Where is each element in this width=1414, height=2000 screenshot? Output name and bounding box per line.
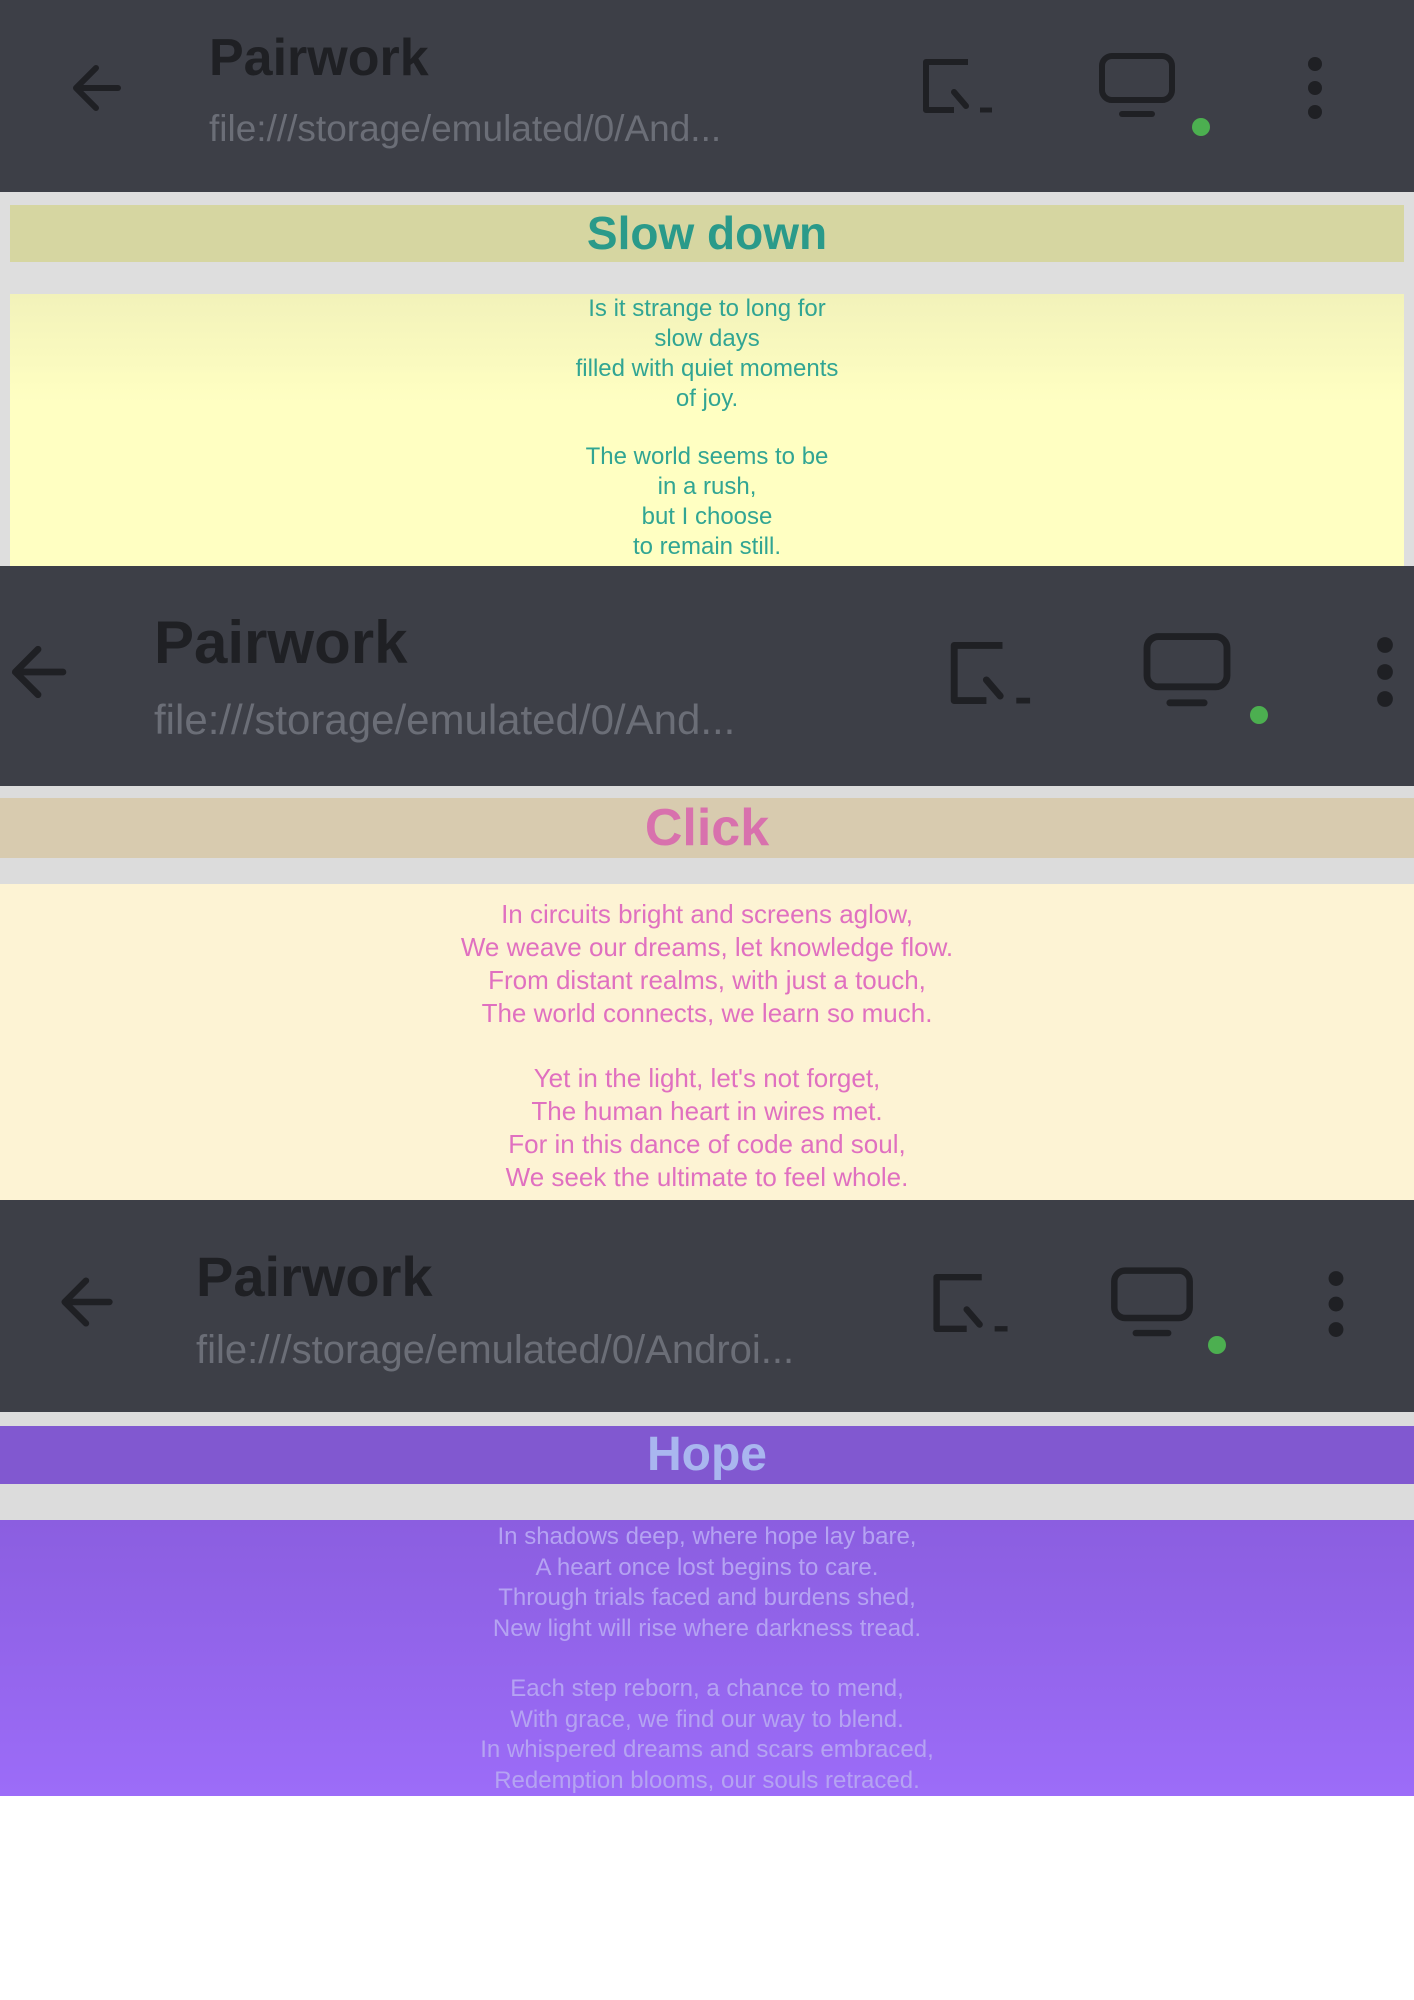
monitor-icon[interactable] [1098, 52, 1176, 122]
page-url[interactable]: file:///storage/emulated/0/Androi... [196, 1328, 794, 1373]
poem-line: The human heart in wires met. [531, 1096, 883, 1126]
poem-line: In whispered dreams and scars embraced, [480, 1736, 934, 1763]
poem-line: Through trials faced and burdens shed, [498, 1584, 916, 1611]
poem-line: A heart once lost begins to care. [535, 1553, 879, 1581]
poem-line: We weave our dreams, let knowledge flow. [460, 932, 954, 962]
cast-icon[interactable] [945, 636, 1037, 710]
poem-line: in a rush, [657, 473, 757, 500]
stanza: Is it strange to long for slow days fill… [0, 294, 1414, 414]
poem-line: The world seems to be [585, 443, 829, 470]
more-options-icon[interactable] [1300, 56, 1330, 120]
poem-title: Hope [647, 1428, 767, 1481]
poem-body: Is it strange to long for slow days fill… [0, 294, 1414, 562]
page-url[interactable]: file:///storage/emulated/0/And... [154, 696, 735, 744]
back-arrow-icon[interactable] [4, 638, 72, 706]
app-bar: Pairwork file:///storage/emulated/0/And.… [0, 0, 1414, 192]
poem-line: but I choose [641, 503, 773, 530]
page-url[interactable]: file:///storage/emulated/0/And... [209, 108, 721, 150]
poem-title: Slow down [586, 207, 828, 259]
stanza: Yet in the light, let's not forget, The … [0, 1062, 1414, 1194]
monitor-icon[interactable] [1142, 632, 1232, 712]
stanza: In circuits bright and screens aglow, We… [0, 898, 1414, 1030]
poem-line: In shadows deep, where hope lay bare, [497, 1523, 917, 1550]
more-options-icon[interactable] [1368, 636, 1402, 708]
poem-line: slow days [654, 325, 760, 352]
poem-body: In circuits bright and screens aglow, We… [0, 898, 1414, 1194]
stanza: In shadows deep, where hope lay bare, A … [0, 1522, 1414, 1644]
poem-line: of joy. [675, 385, 739, 412]
poem-line: In circuits bright and screens aglow, [501, 899, 913, 929]
page-title: Pairwork [196, 1245, 433, 1308]
poem-line: Each step reborn, a chance to mend, [510, 1675, 904, 1702]
stanza: The world seems to be in a rush, but I c… [0, 442, 1414, 562]
poem-line: Redemption blooms, our souls retraced. [494, 1766, 920, 1794]
poem-line: From distant realms, with just a touch, [488, 965, 926, 995]
poem-line: filled with quiet moments [575, 355, 839, 382]
poem-line: to remain still. [632, 533, 782, 560]
stanza: Each step reborn, a chance to mend, With… [0, 1674, 1414, 1796]
back-arrow-icon[interactable] [54, 1270, 118, 1334]
cast-icon[interactable] [928, 1268, 1014, 1338]
poem-line: With grace, we find our way to blend. [510, 1705, 904, 1733]
poem-title: Click [644, 799, 770, 857]
app-bar: Pairwork file:///storage/emulated/0/And.… [0, 566, 1414, 786]
poem-line: The world connects, we learn so much. [481, 998, 933, 1028]
poem-body: In shadows deep, where hope lay bare, A … [0, 1522, 1414, 1796]
browser-panel-hope: Pairwork file:///storage/emulated/0/Andr… [0, 1200, 1414, 1796]
poem-line: We seek the ultimate to feel whole. [505, 1162, 909, 1192]
online-status-dot [1208, 1336, 1226, 1354]
poem-line: Yet in the light, let's not forget, [533, 1063, 881, 1093]
browser-panel-slow-down: Pairwork file:///storage/emulated/0/And.… [0, 0, 1414, 566]
more-options-icon[interactable] [1320, 1270, 1352, 1338]
page-title: Pairwork [209, 29, 429, 87]
cast-icon[interactable] [918, 54, 998, 118]
back-arrow-icon[interactable] [66, 58, 126, 118]
page-title: Pairwork [154, 609, 408, 676]
poem-line: Is it strange to long for [588, 295, 826, 322]
online-status-dot [1192, 118, 1210, 136]
poem-line: For in this dance of code and soul, [508, 1129, 906, 1159]
monitor-icon[interactable] [1110, 1266, 1194, 1342]
online-status-dot [1250, 706, 1268, 724]
poem-line: New light will rise where darkness tread… [492, 1614, 922, 1642]
app-bar: Pairwork file:///storage/emulated/0/Andr… [0, 1200, 1414, 1412]
browser-panel-click: Pairwork file:///storage/emulated/0/And.… [0, 566, 1414, 1200]
